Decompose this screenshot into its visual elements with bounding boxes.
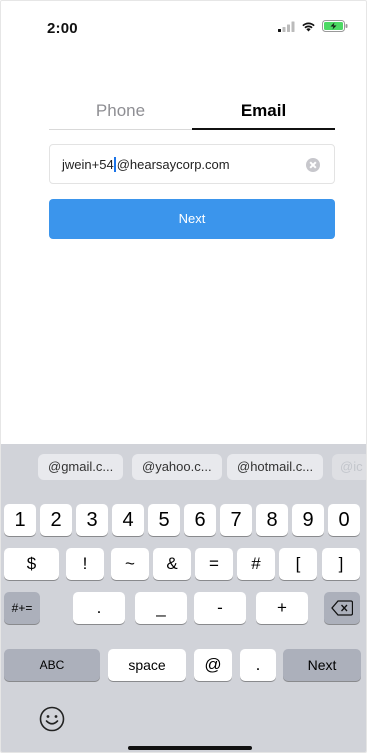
key-1[interactable]: 1: [4, 504, 36, 536]
key-equals[interactable]: =: [195, 548, 233, 580]
key-9[interactable]: 9: [292, 504, 324, 536]
key-4[interactable]: 4: [112, 504, 144, 536]
key-2[interactable]: 2: [40, 504, 72, 536]
clear-icon[interactable]: [306, 158, 320, 172]
status-time: 2:00: [47, 20, 78, 37]
key-8[interactable]: 8: [256, 504, 288, 536]
key-at[interactable]: @: [194, 649, 232, 681]
login-tabs: Phone Email: [49, 101, 335, 131]
phone-screen: 2:00 Phone Email jwein+54 @hearsaycorp.c…: [0, 0, 367, 753]
status-icons: [278, 20, 348, 32]
email-input-value: jwein+54 @hearsaycorp.com: [62, 157, 230, 172]
keyboard: @gmail.c... @yahoo.c... @hotmail.c... @i…: [1, 444, 366, 752]
key-exclamation[interactable]: !: [66, 548, 104, 580]
suggestion-icloud[interactable]: @ic: [332, 454, 366, 480]
key-bracket-open[interactable]: [: [279, 548, 317, 580]
emoji-icon[interactable]: [39, 706, 65, 732]
key-0[interactable]: 0: [328, 504, 360, 536]
key-abc[interactable]: ABC: [4, 649, 100, 681]
key-space[interactable]: space: [108, 649, 186, 681]
backspace-icon: [331, 600, 354, 616]
key-underscore[interactable]: _: [135, 592, 187, 624]
key-dollar[interactable]: $: [4, 548, 59, 580]
tab-phone[interactable]: Phone: [49, 101, 192, 131]
key-ampersand[interactable]: &: [153, 548, 191, 580]
key-period[interactable]: .: [73, 592, 125, 624]
email-input[interactable]: jwein+54 @hearsaycorp.com: [49, 144, 335, 184]
email-value-before-caret: jwein+54: [62, 157, 114, 172]
backspace-key[interactable]: [324, 592, 360, 624]
key-3[interactable]: 3: [76, 504, 108, 536]
key-bracket-close[interactable]: ]: [322, 548, 360, 580]
key-hyphen[interactable]: -: [194, 592, 246, 624]
signal-icon: [278, 21, 295, 32]
tab-active-indicator: [192, 128, 335, 130]
key-dot[interactable]: .: [240, 649, 276, 681]
suggestion-gmail[interactable]: @gmail.c...: [38, 454, 124, 480]
wifi-icon: [302, 22, 315, 31]
key-6[interactable]: 6: [184, 504, 216, 536]
email-suggestions: @gmail.c... @yahoo.c... @hotmail.c... @i…: [1, 444, 366, 488]
key-next[interactable]: Next: [283, 649, 361, 681]
next-button[interactable]: Next: [49, 199, 335, 239]
key-hash[interactable]: #: [237, 548, 275, 580]
battery-charging-icon: [322, 20, 348, 32]
key-5[interactable]: 5: [148, 504, 180, 536]
home-indicator: [128, 746, 252, 750]
key-tilde[interactable]: ~: [111, 548, 149, 580]
status-bar: 2:00: [1, 1, 366, 45]
suggestion-hotmail[interactable]: @hotmail.c...: [227, 454, 324, 480]
email-value-after-caret: @hearsaycorp.com: [116, 157, 230, 172]
tab-email[interactable]: Email: [192, 101, 335, 131]
key-plus[interactable]: +: [256, 592, 308, 624]
key-7[interactable]: 7: [220, 504, 252, 536]
suggestion-yahoo[interactable]: @yahoo.c...: [132, 454, 222, 480]
key-symbols-toggle[interactable]: #+=: [4, 592, 40, 624]
